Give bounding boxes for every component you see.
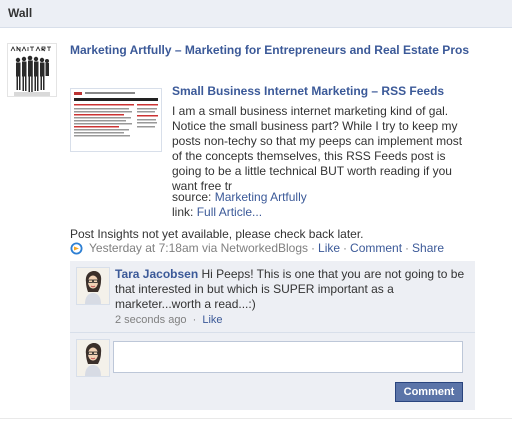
divider (0, 418, 512, 419)
team-photo-image (14, 54, 50, 96)
post-page-title-link[interactable]: Marketing Artfully – Marketing for Entre… (70, 43, 470, 58)
comment-item: Tara Jacobsen Hi Peeps! This is one that… (70, 261, 475, 333)
article-screenshot-image (71, 89, 161, 151)
comments-section: Tara Jacobsen Hi Peeps! This is one that… (70, 261, 475, 410)
full-article-link[interactable]: Full Article... (197, 205, 262, 219)
comment-submit-button[interactable]: Comment (395, 382, 463, 402)
networkedblogs-icon (70, 242, 83, 254)
article-description: I am a small business internet marketing… (172, 104, 463, 193)
brand-logo-image (10, 45, 54, 53)
comment-input[interactable] (113, 341, 463, 373)
article-thumbnail[interactable] (70, 88, 162, 152)
comment-body: Tara Jacobsen Hi Peeps! This is one that… (115, 267, 465, 312)
composer-avatar (76, 339, 110, 377)
share-link[interactable]: Share (412, 241, 444, 255)
wall-header: Wall (0, 0, 512, 28)
article-link-row: link: Full Article... (172, 205, 262, 219)
like-link[interactable]: Like (318, 241, 340, 255)
article-source-row: source: Marketing Artfully (172, 190, 307, 204)
wall-title: Wall (8, 6, 33, 20)
source-label: source: (172, 190, 212, 204)
source-link[interactable]: Marketing Artfully (215, 190, 307, 204)
comment-meta: 2 seconds ago · Like (115, 314, 223, 326)
comment-author-link[interactable]: Tara Jacobsen (115, 267, 198, 281)
comment-link[interactable]: Comment (350, 241, 402, 255)
article-title-link[interactable]: Small Business Internet Marketing – RSS … (172, 84, 444, 98)
link-label: link: (172, 205, 194, 219)
commenter-avatar[interactable] (76, 267, 110, 305)
separator-dot: · (311, 241, 316, 255)
post-timestamp: Yesterday at 7:18am via NetworkedBlogs (89, 241, 309, 255)
separator-dot: · (405, 241, 410, 255)
woman-portrait-icon (77, 340, 109, 376)
separator-dot: · (343, 241, 348, 255)
separator-dot: · (192, 314, 197, 326)
woman-portrait-icon (77, 268, 109, 304)
post-insights-text: Post Insights not yet available, please … (70, 227, 364, 241)
post-action-row: Yesterday at 7:18am via NetworkedBlogs ·… (70, 241, 444, 255)
comment-like-link[interactable]: Like (202, 314, 222, 326)
comment-timestamp: 2 seconds ago (115, 314, 187, 326)
page-profile-thumbnail[interactable] (7, 43, 57, 97)
